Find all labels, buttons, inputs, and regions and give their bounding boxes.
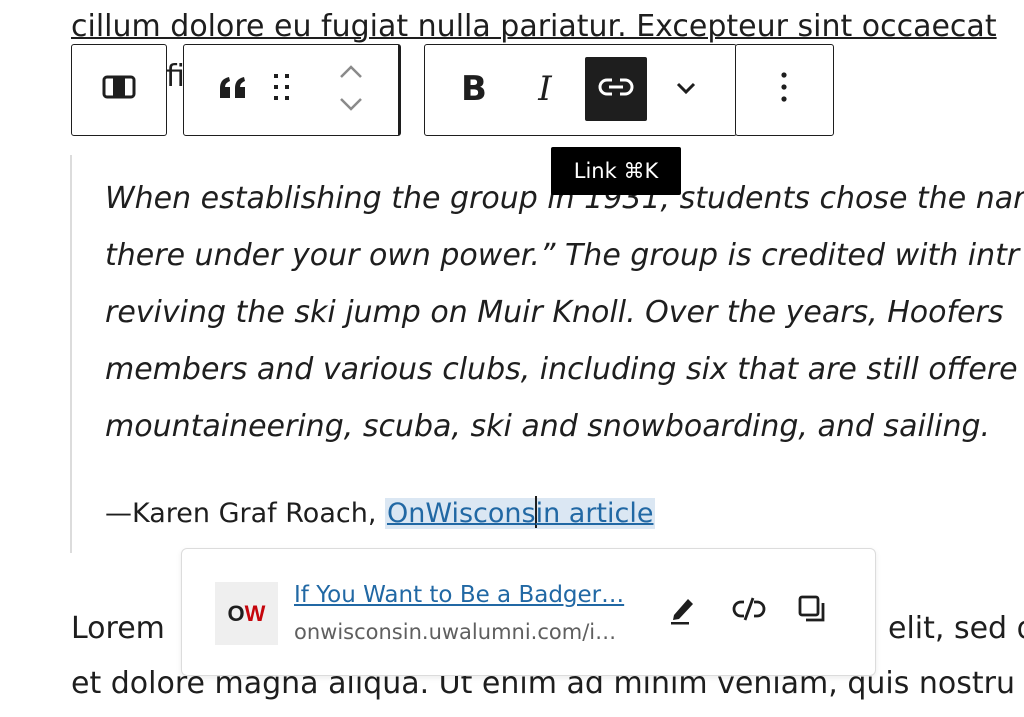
drag-handle-icon bbox=[272, 72, 292, 106]
toolbar-group-block bbox=[183, 44, 401, 136]
move-up-icon bbox=[338, 64, 364, 84]
edit-link-button[interactable] bbox=[660, 589, 704, 633]
link-icon bbox=[598, 75, 634, 103]
link-preview-popover: OW If You Want to Be a Badger… onwiscons… bbox=[181, 548, 876, 676]
citation-link-part: in article bbox=[535, 498, 654, 529]
move-down-button[interactable] bbox=[320, 91, 382, 121]
quote-transform-button[interactable] bbox=[202, 57, 264, 121]
move-up-button[interactable] bbox=[320, 59, 382, 89]
paragraph-top: cillum dolore eu fugiat nulla pariatur. … bbox=[71, 10, 997, 44]
options-button[interactable] bbox=[753, 57, 815, 121]
paragraph-top-text: cillum dolore eu fugiat nulla pariatur. … bbox=[71, 9, 997, 44]
quote-line: there under your own power.” The group i… bbox=[105, 238, 1020, 273]
drag-handle-button[interactable] bbox=[260, 57, 304, 121]
toolbar-group-format: B I bbox=[424, 44, 737, 136]
bold-label: B bbox=[461, 69, 487, 109]
move-down-icon bbox=[338, 96, 364, 116]
link-url: onwisconsin.uwalumni.com/i… bbox=[294, 620, 617, 644]
toolbar-group-options bbox=[735, 44, 834, 136]
citation-link-part: OnWiscons bbox=[386, 498, 536, 529]
paragraph-bottom-line1-left: Lorem bbox=[71, 611, 165, 646]
toolbar-separator bbox=[398, 45, 400, 135]
favicon-letter-o: O bbox=[227, 600, 245, 626]
block-type-button[interactable] bbox=[88, 57, 150, 121]
italic-button[interactable]: I bbox=[514, 57, 576, 121]
more-options-icon bbox=[779, 71, 789, 107]
quote-citation: —Karen Graf Roach, OnWisconsin article bbox=[105, 496, 656, 531]
bold-button[interactable]: B bbox=[443, 57, 505, 121]
copy-link-button[interactable] bbox=[790, 589, 834, 633]
unlink-icon bbox=[731, 594, 767, 628]
favicon-letter-w: W bbox=[244, 600, 266, 626]
copy-icon bbox=[796, 593, 828, 629]
toolbar-group-block-type bbox=[71, 44, 167, 136]
unlink-button[interactable] bbox=[727, 589, 771, 633]
quote-icon bbox=[217, 74, 249, 104]
link-title[interactable]: If You Want to Be a Badger… bbox=[294, 581, 624, 609]
more-formats-button[interactable] bbox=[655, 57, 717, 121]
link-tooltip: Link ⌘K bbox=[551, 147, 681, 195]
paragraph-bottom-line1-right: elit, sed d bbox=[888, 611, 1024, 646]
quote-line: members and various clubs, including six… bbox=[105, 352, 1018, 387]
edit-icon bbox=[668, 593, 696, 629]
block-type-icon bbox=[102, 74, 136, 104]
quote-line: reviving the ski jump on Muir Knoll. Ove… bbox=[105, 295, 1004, 330]
citation-link[interactable]: OnWisconsin article bbox=[384, 496, 656, 529]
italic-label: I bbox=[538, 69, 552, 109]
quote-line: mountaineering, scuba, ski and snowboard… bbox=[105, 409, 991, 444]
chevron-down-icon bbox=[675, 80, 697, 99]
link-button[interactable] bbox=[585, 57, 647, 121]
site-favicon: OW bbox=[215, 582, 278, 645]
citation-prefix: —Karen Graf Roach, bbox=[105, 498, 385, 529]
